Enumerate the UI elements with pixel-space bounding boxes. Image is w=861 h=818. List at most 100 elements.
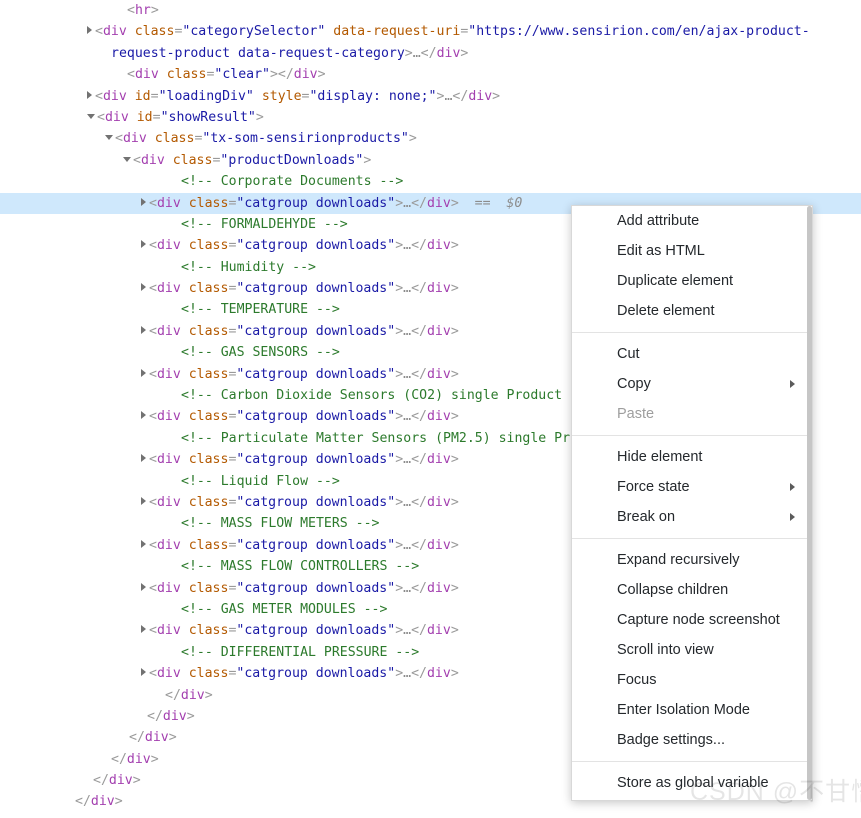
dom-row[interactable]: <div class="productDownloads"> xyxy=(0,150,861,171)
dom-token-attr: class xyxy=(188,323,229,339)
dom-token-plain xyxy=(181,324,189,339)
triangle-right-icon[interactable] xyxy=(141,539,146,548)
dom-token-punct: </ xyxy=(147,708,163,724)
dom-token-tag: div xyxy=(134,67,159,83)
triangle-right-icon[interactable] xyxy=(141,496,146,505)
triangle-right-icon[interactable] xyxy=(141,582,146,591)
menu-item-duplicate-element[interactable]: Duplicate element xyxy=(572,266,812,296)
dom-token-plain xyxy=(181,452,189,467)
dom-token-tag: div xyxy=(156,623,181,639)
dom-token-punct: > xyxy=(395,323,404,339)
dom-token-punct: < xyxy=(149,195,157,211)
dom-token-punct: > xyxy=(395,238,404,254)
dom-token-attr: class xyxy=(188,366,229,382)
menu-item-label: Edit as HTML xyxy=(617,243,705,259)
dom-token-tag: div xyxy=(426,195,451,211)
menu-item-copy[interactable]: Copy xyxy=(572,369,812,399)
dom-row[interactable]: <div class="categorySelector" data-reque… xyxy=(0,21,861,42)
dom-token-plain xyxy=(129,110,137,125)
dom-token-punct: </ xyxy=(411,409,427,425)
dom-row[interactable]: <div id="showResult"> xyxy=(0,107,861,128)
menu-item-badge-settings[interactable]: Badge settings... xyxy=(572,725,812,755)
dom-token-tag: div xyxy=(426,238,451,254)
dom-row[interactable]: <!-- Corporate Documents --> xyxy=(0,171,861,192)
dom-token-tag: div xyxy=(426,323,451,339)
menu-item-capture-node-screenshot[interactable]: Capture node screenshot xyxy=(572,605,812,635)
dom-token-ellip: … xyxy=(403,666,412,682)
dom-token-comment: <!-- MASS FLOW METERS --> xyxy=(181,516,380,532)
triangle-right-icon[interactable] xyxy=(87,26,92,35)
chevron-right-icon xyxy=(790,483,795,491)
dom-token-punct: < xyxy=(149,409,157,425)
menu-item-expand-recursively[interactable]: Expand recursively xyxy=(572,545,812,575)
triangle-down-icon[interactable] xyxy=(87,113,95,119)
menu-item-cut[interactable]: Cut xyxy=(572,339,812,369)
menu-item-edit-as-html[interactable]: Edit as HTML xyxy=(572,236,812,266)
menu-item-delete-element[interactable]: Delete element xyxy=(572,296,812,326)
menu-item-label: Expand recursively xyxy=(617,552,740,568)
dom-row[interactable]: <div id="loadingDiv" style="display: non… xyxy=(0,86,861,107)
context-menu-scrollbar-thumb[interactable] xyxy=(807,206,812,800)
menu-item-enter-isolation-mode[interactable]: Enter Isolation Mode xyxy=(572,695,812,725)
dom-token-tag: div xyxy=(102,88,127,104)
triangle-right-icon[interactable] xyxy=(141,197,146,206)
dom-token-punct: ></ xyxy=(269,67,294,83)
dom-token-plain xyxy=(181,666,189,681)
dom-token-tag: div xyxy=(108,773,133,789)
menu-item-force-state[interactable]: Force state xyxy=(572,472,812,502)
triangle-right-icon[interactable] xyxy=(141,454,146,463)
dom-token-attr: class xyxy=(134,24,175,40)
context-menu-scrollbar[interactable] xyxy=(807,206,812,800)
menu-item-collapse-children[interactable]: Collapse children xyxy=(572,575,812,605)
triangle-right-icon[interactable] xyxy=(141,240,146,249)
dom-token-val: "catgroup downloads" xyxy=(236,366,396,382)
menu-item-scroll-into-view[interactable]: Scroll into view xyxy=(572,635,812,665)
dom-token-attr: class xyxy=(188,537,229,553)
dom-row[interactable]: <hr> xyxy=(0,0,861,21)
triangle-right-icon[interactable] xyxy=(141,668,146,677)
menu-item-store-as-global-variable[interactable]: Store as global variable xyxy=(572,768,812,798)
dom-token-val: "display: none;" xyxy=(309,88,437,104)
dom-token-val: "clear" xyxy=(214,67,270,83)
menu-item-hide-element[interactable]: Hide element xyxy=(572,442,812,472)
triangle-down-icon[interactable] xyxy=(105,135,113,141)
dom-row[interactable]: request-product data-request-category>…<… xyxy=(0,43,861,64)
dom-token-ellip: … xyxy=(412,45,421,61)
triangle-right-icon[interactable] xyxy=(141,368,146,377)
dom-token-punct: > xyxy=(450,366,459,382)
dom-token-comment: <!-- Humidity --> xyxy=(181,259,316,275)
triangle-right-icon[interactable] xyxy=(141,283,146,292)
dom-token-val: "productDownloads" xyxy=(220,152,364,168)
dom-token-attr: id xyxy=(134,88,151,104)
triangle-down-icon[interactable] xyxy=(123,156,131,162)
element-context-menu[interactable]: Add attribute Edit as HTML Duplicate eleme… xyxy=(571,205,813,801)
dom-token-punct: > xyxy=(492,88,501,104)
dom-token-tag: div xyxy=(156,366,181,382)
dom-token-plain xyxy=(181,495,189,510)
triangle-right-icon[interactable] xyxy=(141,325,146,334)
context-menu-body[interactable]: Add attribute Edit as HTML Duplicate eleme… xyxy=(572,206,812,798)
dom-token-val: "categorySelector" xyxy=(182,24,326,40)
dom-token-tag: div xyxy=(102,24,127,40)
triangle-right-icon[interactable] xyxy=(141,411,146,420)
menu-item-focus[interactable]: Focus xyxy=(572,665,812,695)
dom-row[interactable]: <div class="clear"></div> xyxy=(0,64,861,85)
menu-item-break-on[interactable]: Break on xyxy=(572,502,812,532)
dom-token-punct: > xyxy=(395,666,404,682)
menu-item-add-attribute[interactable]: Add attribute xyxy=(572,206,812,236)
dom-token-punct: < xyxy=(149,238,157,254)
dom-token-punct: > xyxy=(255,109,264,125)
dom-token-punct: > xyxy=(317,67,326,83)
dom-token-punct: > xyxy=(395,623,404,639)
dom-token-punct: < xyxy=(127,3,135,18)
dom-token-attr: data-request-uri xyxy=(333,24,461,40)
triangle-right-icon[interactable] xyxy=(87,90,92,99)
dom-token-tag: div xyxy=(436,45,461,61)
dom-row[interactable]: <div class="tx-som-sensirionproducts"> xyxy=(0,128,861,149)
dom-token-val: "catgroup downloads" xyxy=(236,580,396,596)
menu-item-label: Delete element xyxy=(617,303,715,319)
dom-token-punct: > xyxy=(132,773,141,789)
menu-item-label: Break on xyxy=(617,509,676,525)
dom-token-attr: style xyxy=(261,88,302,104)
triangle-right-icon[interactable] xyxy=(141,625,146,634)
